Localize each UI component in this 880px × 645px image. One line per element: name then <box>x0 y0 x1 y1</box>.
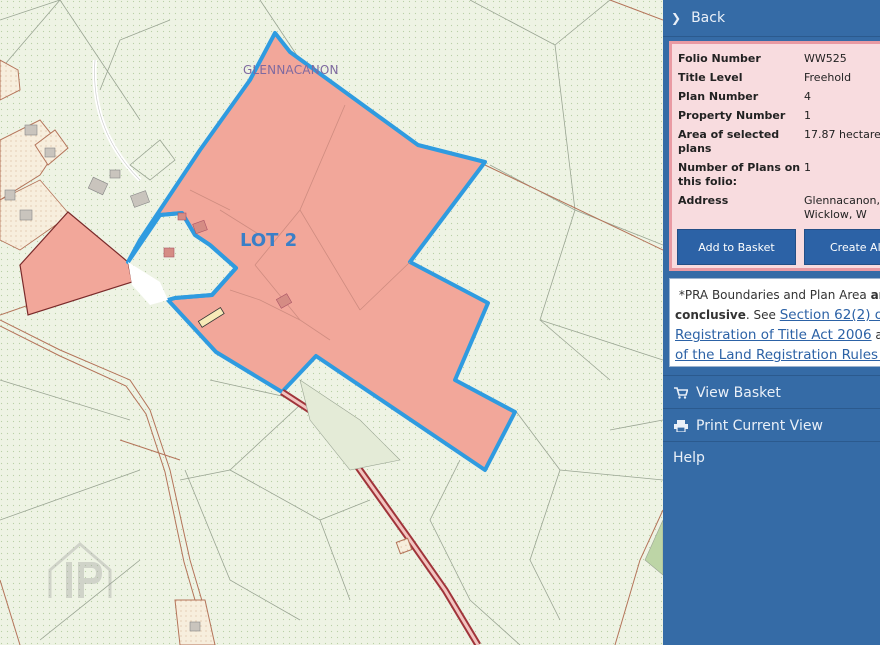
map-view[interactable]: GLENNACANON LOT 2 <box>0 0 663 645</box>
townland-label: GLENNACANON <box>243 63 339 77</box>
help-label: Help <box>673 450 705 466</box>
create-all-button[interactable]: Create All <box>804 229 880 265</box>
address-key: Address <box>678 194 729 207</box>
table-row: Number of Plans on this folio: 1 <box>678 159 880 192</box>
disclaimer-note: *PRA Boundaries and Plan Area are conclu… <box>669 278 880 367</box>
address-value: Glennacanon, Co. Wicklow, W <box>804 194 880 221</box>
plan-number-key: Plan Number <box>678 90 759 103</box>
property-number-value: 1 <box>804 109 811 122</box>
folio-number-key: Folio Number <box>678 52 761 65</box>
table-row: Plan Number 4 <box>678 88 880 107</box>
note-bold-conclusive: conclusive <box>675 308 746 322</box>
info-panel: ❯ Back Folio Number WW525 Title Level Fr… <box>663 0 880 645</box>
plans-count-value: 1 <box>804 161 811 174</box>
note-bold-are: are <box>870 288 880 302</box>
section-62-link[interactable]: Section 62(2) of <box>780 307 880 323</box>
table-row: Area of selected plans 17.87 hectares <box>678 126 880 159</box>
table-row: Address Glennacanon, Co. Wicklow, W <box>678 192 880 225</box>
printer-icon <box>672 419 690 432</box>
plan-number-value: 4 <box>804 90 811 103</box>
print-current-view-button[interactable]: Print Current View <box>663 408 880 442</box>
land-registration-rules-link[interactable]: of the Land Registration Rules 2 <box>675 347 880 363</box>
note-prefix: *PRA Boundaries and Plan Area <box>678 288 871 302</box>
folio-table: Folio Number WW525 Title Level Freehold … <box>678 50 880 225</box>
back-button[interactable]: ❯ Back <box>663 0 880 37</box>
plans-count-key: Number of Plans on this folio: <box>678 161 801 188</box>
note-and: and <box>875 328 880 342</box>
note-see: . See <box>745 308 780 322</box>
area-key: Area of selected plans <box>678 128 780 155</box>
help-button[interactable]: Help <box>663 441 880 474</box>
title-level-key: Title Level <box>678 71 743 84</box>
note-line-1: *PRA Boundaries and Plan Area are <box>675 285 880 305</box>
note-line-3: Registration of Title Act 2006 and <box>675 325 880 345</box>
print-label: Print Current View <box>696 417 823 434</box>
area-value: 17.87 hectares <box>804 128 880 141</box>
folio-number-value: WW525 <box>804 52 847 65</box>
cart-icon <box>672 386 690 399</box>
note-line-2: conclusive. See Section 62(2) of <box>675 305 880 325</box>
folio-info-box: Folio Number WW525 Title Level Freehold … <box>669 41 880 271</box>
table-row: Folio Number WW525 <box>678 50 880 69</box>
property-logo-watermark-icon <box>48 542 112 598</box>
back-label: Back <box>691 10 726 26</box>
registration-act-link[interactable]: Registration of Title Act 2006 <box>675 327 872 343</box>
property-number-key: Property Number <box>678 109 786 122</box>
view-basket-label: View Basket <box>696 384 781 401</box>
table-row: Title Level Freehold <box>678 69 880 88</box>
lot-label: LOT 2 <box>240 230 298 251</box>
note-line-4: of the Land Registration Rules 2 <box>675 345 880 365</box>
chevron-right-icon: ❯ <box>671 11 682 25</box>
table-row: Property Number 1 <box>678 107 880 126</box>
title-level-value: Freehold <box>804 71 852 84</box>
view-basket-button[interactable]: View Basket <box>663 375 880 409</box>
add-to-basket-button[interactable]: Add to Basket <box>677 229 796 265</box>
